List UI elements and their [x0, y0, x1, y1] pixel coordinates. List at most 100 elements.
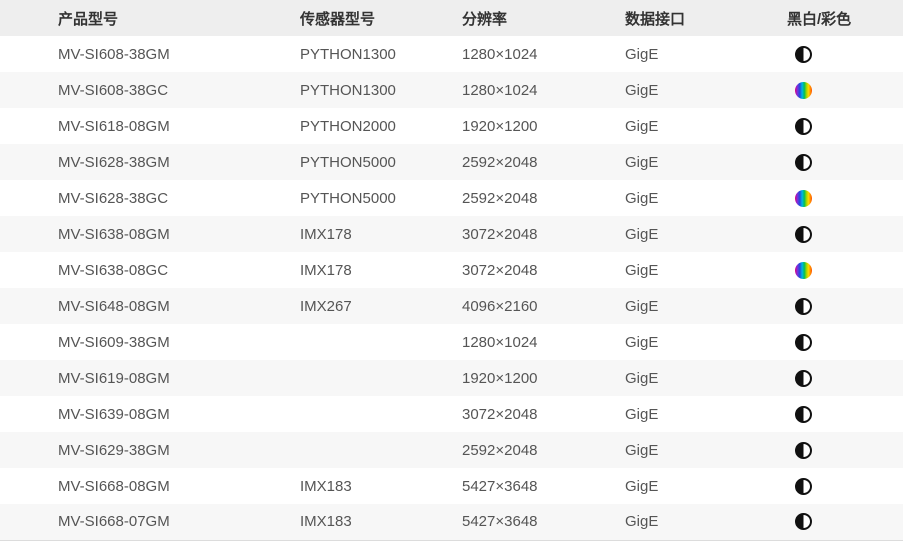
mono-icon: [795, 513, 812, 530]
chroma-cell: [787, 396, 903, 432]
chroma-cell: [787, 36, 903, 72]
data-interface-cell: GigE: [625, 180, 787, 216]
data-interface-cell: GigE: [625, 36, 787, 72]
resolution-cell: 3072×2048: [462, 216, 625, 252]
product-model-cell: MV-SI619-08GM: [0, 360, 300, 396]
mono-icon: [795, 478, 812, 495]
mono-icon: [795, 226, 812, 243]
data-interface-cell: GigE: [625, 72, 787, 108]
table-header: 产品型号 传感器型号 分辨率 数据接口 黑白/彩色: [0, 0, 903, 36]
table-body: MV-SI608-38GM PYTHON1300 1280×1024 GigE …: [0, 36, 903, 540]
data-interface-cell: GigE: [625, 468, 787, 504]
column-header-sensor: 传感器型号: [300, 0, 462, 36]
sensor-model-cell: [300, 360, 462, 396]
chroma-cell: [787, 504, 903, 540]
sensor-model-cell: IMX178: [300, 216, 462, 252]
product-model-cell: MV-SI608-38GM: [0, 36, 300, 72]
product-model-cell: MV-SI638-08GM: [0, 216, 300, 252]
table-row: MV-SI639-08GM 3072×2048 GigE: [0, 396, 903, 432]
chroma-cell: [787, 144, 903, 180]
table-header-row: 产品型号 传感器型号 分辨率 数据接口 黑白/彩色: [0, 0, 903, 36]
resolution-cell: 5427×3648: [462, 504, 625, 540]
table-row: MV-SI609-38GM 1280×1024 GigE: [0, 324, 903, 360]
table-row: MV-SI668-08GM IMX183 5427×3648 GigE: [0, 468, 903, 504]
table-row: MV-SI668-07GM IMX183 5427×3648 GigE: [0, 504, 903, 540]
sensor-model-cell: PYTHON2000: [300, 108, 462, 144]
column-header-interface: 数据接口: [625, 0, 787, 36]
resolution-cell: 2592×2048: [462, 432, 625, 468]
mono-icon: [795, 406, 812, 423]
product-model-cell: MV-SI668-07GM: [0, 504, 300, 540]
chroma-cell: [787, 432, 903, 468]
mono-icon: [795, 118, 812, 135]
product-model-cell: MV-SI628-38GM: [0, 144, 300, 180]
mono-icon: [795, 46, 812, 63]
sensor-model-cell: PYTHON5000: [300, 180, 462, 216]
data-interface-cell: GigE: [625, 360, 787, 396]
product-model-cell: MV-SI628-38GC: [0, 180, 300, 216]
chroma-cell: [787, 72, 903, 108]
table-row: MV-SI619-08GM 1920×1200 GigE: [0, 360, 903, 396]
chroma-cell: [787, 108, 903, 144]
resolution-cell: 5427×3648: [462, 468, 625, 504]
resolution-cell: 1920×1200: [462, 360, 625, 396]
sensor-model-cell: [300, 324, 462, 360]
mono-icon: [795, 370, 812, 387]
table-row: MV-SI638-08GC IMX178 3072×2048 GigE: [0, 252, 903, 288]
chroma-cell: [787, 252, 903, 288]
data-interface-cell: GigE: [625, 504, 787, 540]
resolution-cell: 3072×2048: [462, 252, 625, 288]
resolution-cell: 2592×2048: [462, 144, 625, 180]
sensor-model-cell: IMX183: [300, 468, 462, 504]
data-interface-cell: GigE: [625, 108, 787, 144]
mono-icon: [795, 154, 812, 171]
product-model-cell: MV-SI668-08GM: [0, 468, 300, 504]
color-icon: [795, 190, 812, 207]
sensor-model-cell: IMX267: [300, 288, 462, 324]
data-interface-cell: GigE: [625, 252, 787, 288]
resolution-cell: 1280×1024: [462, 324, 625, 360]
chroma-cell: [787, 360, 903, 396]
table-row: MV-SI608-38GM PYTHON1300 1280×1024 GigE: [0, 36, 903, 72]
chroma-cell: [787, 288, 903, 324]
table-row: MV-SI608-38GC PYTHON1300 1280×1024 GigE: [0, 72, 903, 108]
chroma-cell: [787, 180, 903, 216]
data-interface-cell: GigE: [625, 288, 787, 324]
mono-icon: [795, 442, 812, 459]
sensor-model-cell: [300, 396, 462, 432]
data-interface-cell: GigE: [625, 324, 787, 360]
resolution-cell: 3072×2048: [462, 396, 625, 432]
table-row: MV-SI629-38GM 2592×2048 GigE: [0, 432, 903, 468]
sensor-model-cell: PYTHON5000: [300, 144, 462, 180]
mono-icon: [795, 298, 812, 315]
product-model-cell: MV-SI639-08GM: [0, 396, 300, 432]
resolution-cell: 1280×1024: [462, 72, 625, 108]
resolution-cell: 1920×1200: [462, 108, 625, 144]
table-row: MV-SI648-08GM IMX267 4096×2160 GigE: [0, 288, 903, 324]
sensor-model-cell: PYTHON1300: [300, 36, 462, 72]
data-interface-cell: GigE: [625, 144, 787, 180]
table-row: MV-SI628-38GC PYTHON5000 2592×2048 GigE: [0, 180, 903, 216]
sensor-model-cell: IMX183: [300, 504, 462, 540]
chroma-cell: [787, 324, 903, 360]
product-model-cell: MV-SI648-08GM: [0, 288, 300, 324]
product-model-cell: MV-SI629-38GM: [0, 432, 300, 468]
sensor-model-cell: IMX178: [300, 252, 462, 288]
product-model-cell: MV-SI609-38GM: [0, 324, 300, 360]
sensor-model-cell: [300, 432, 462, 468]
color-icon: [795, 262, 812, 279]
table-row: MV-SI638-08GM IMX178 3072×2048 GigE: [0, 216, 903, 252]
table-row: MV-SI618-08GM PYTHON2000 1920×1200 GigE: [0, 108, 903, 144]
product-spec-page: 产品型号 传感器型号 分辨率 数据接口 黑白/彩色 MV-SI608-38GM …: [0, 0, 903, 541]
product-model-cell: MV-SI638-08GC: [0, 252, 300, 288]
mono-icon: [795, 334, 812, 351]
product-model-cell: MV-SI618-08GM: [0, 108, 300, 144]
column-header-resolution: 分辨率: [462, 0, 625, 36]
chroma-cell: [787, 216, 903, 252]
product-model-cell: MV-SI608-38GC: [0, 72, 300, 108]
data-interface-cell: GigE: [625, 396, 787, 432]
data-interface-cell: GigE: [625, 216, 787, 252]
column-header-chroma: 黑白/彩色: [787, 0, 903, 36]
sensor-model-cell: PYTHON1300: [300, 72, 462, 108]
resolution-cell: 4096×2160: [462, 288, 625, 324]
